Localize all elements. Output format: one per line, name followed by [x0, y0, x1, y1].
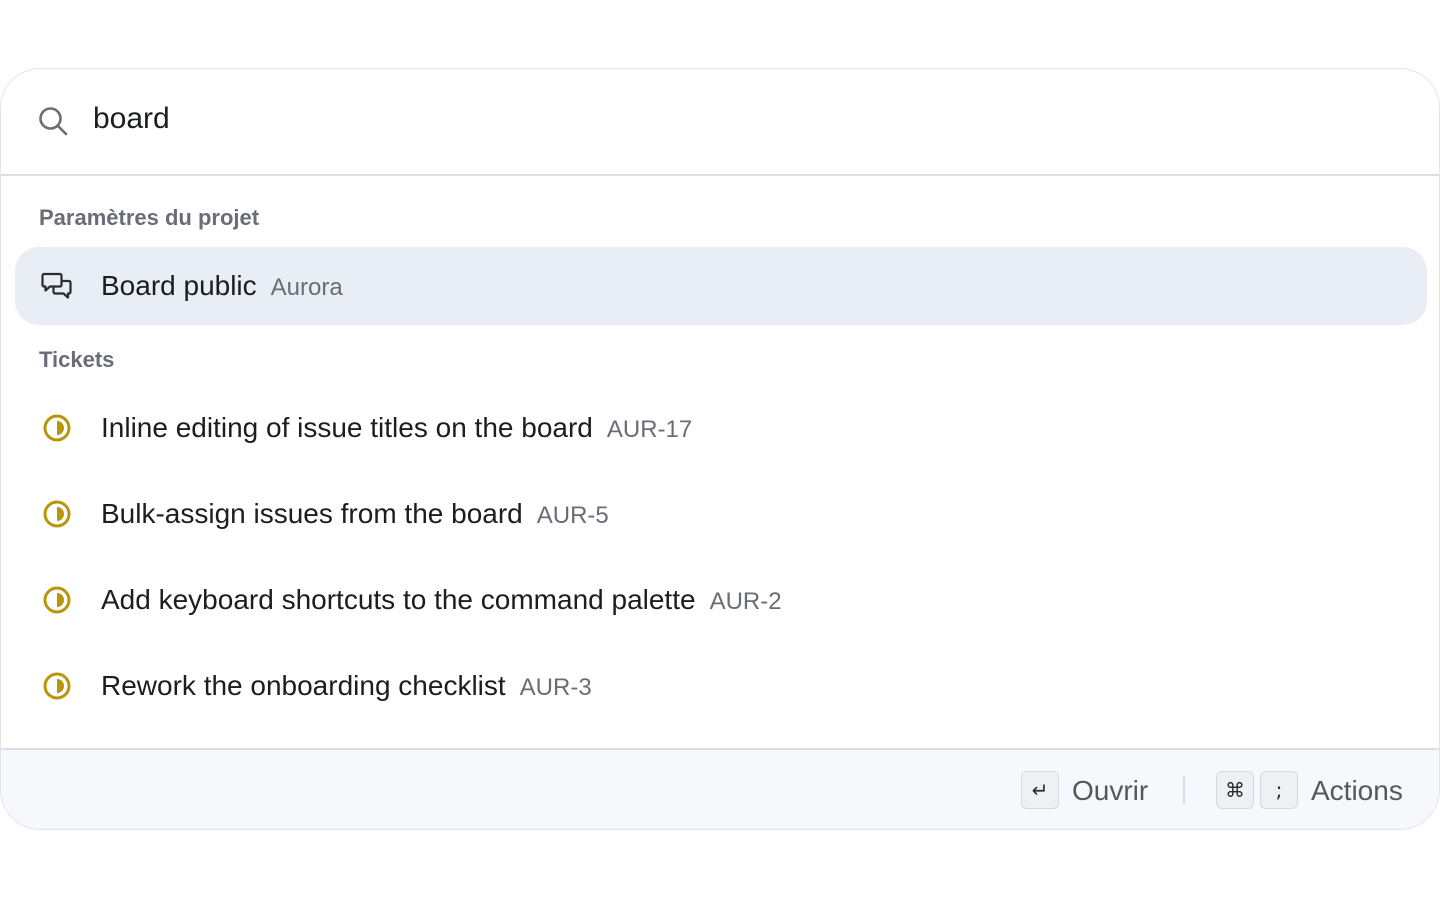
- ticket-item[interactable]: Inline editing of issue titles on the bo…: [15, 389, 1427, 467]
- ticket-id: AUR-17: [606, 416, 693, 443]
- ticket-title: Inline editing of issue titles on the bo…: [101, 412, 593, 443]
- result-item-project: Aurora: [270, 274, 343, 301]
- search-icon: [39, 107, 68, 136]
- ticket-id: AUR-5: [536, 502, 609, 529]
- footer-divider: [1183, 776, 1185, 804]
- open-action-label[interactable]: Ouvrir: [1072, 770, 1148, 812]
- in-progress-status-icon: [43, 414, 71, 442]
- command-key-hint: ⌘: [1216, 771, 1254, 809]
- ticket-label: Inline editing of issue titles on the bo…: [101, 389, 692, 467]
- in-progress-status-icon: [43, 500, 71, 528]
- enter-key-hint: ↵: [1021, 771, 1059, 809]
- section-title-tickets: Tickets: [39, 347, 115, 372]
- section-title-project-settings: Paramètres du projet: [39, 205, 260, 230]
- chat-bubbles-icon: [41, 272, 72, 299]
- palette-footer: ↵ Ouvrir ⌘ ; Actions: [1, 748, 1439, 829]
- result-item-title: Board public: [101, 270, 257, 301]
- ticket-item[interactable]: Bulk-assign issues from the board AUR-5: [15, 475, 1427, 553]
- ticket-id: AUR-2: [709, 588, 782, 615]
- ticket-item[interactable]: Rework the onboarding checklist AUR-3: [15, 647, 1427, 725]
- ticket-title: Add keyboard shortcuts to the command pa…: [101, 584, 696, 615]
- ticket-title: Bulk-assign issues from the board: [101, 498, 523, 529]
- ticket-id: AUR-3: [519, 674, 592, 701]
- in-progress-status-icon: [43, 672, 71, 700]
- semicolon-key-hint: ;: [1260, 771, 1298, 809]
- result-item-label: Board public Aurora: [101, 247, 343, 325]
- result-item-board-public[interactable]: Board public Aurora: [15, 247, 1427, 325]
- actions-button[interactable]: Actions: [1311, 770, 1403, 812]
- ticket-label: Add keyboard shortcuts to the command pa…: [101, 561, 782, 639]
- in-progress-status-icon: [43, 586, 71, 614]
- command-palette: Paramètres du projet Board publicAurora …: [0, 68, 1440, 830]
- ticket-label: Rework the onboarding checklist AUR-3: [101, 647, 592, 725]
- search-input[interactable]: [93, 97, 1393, 141]
- ticket-label: Bulk-assign issues from the board AUR-5: [101, 475, 609, 553]
- ticket-item[interactable]: Add keyboard shortcuts to the command pa…: [15, 561, 1427, 639]
- search-bar: [1, 69, 1439, 176]
- ticket-title: Rework the onboarding checklist: [101, 670, 506, 701]
